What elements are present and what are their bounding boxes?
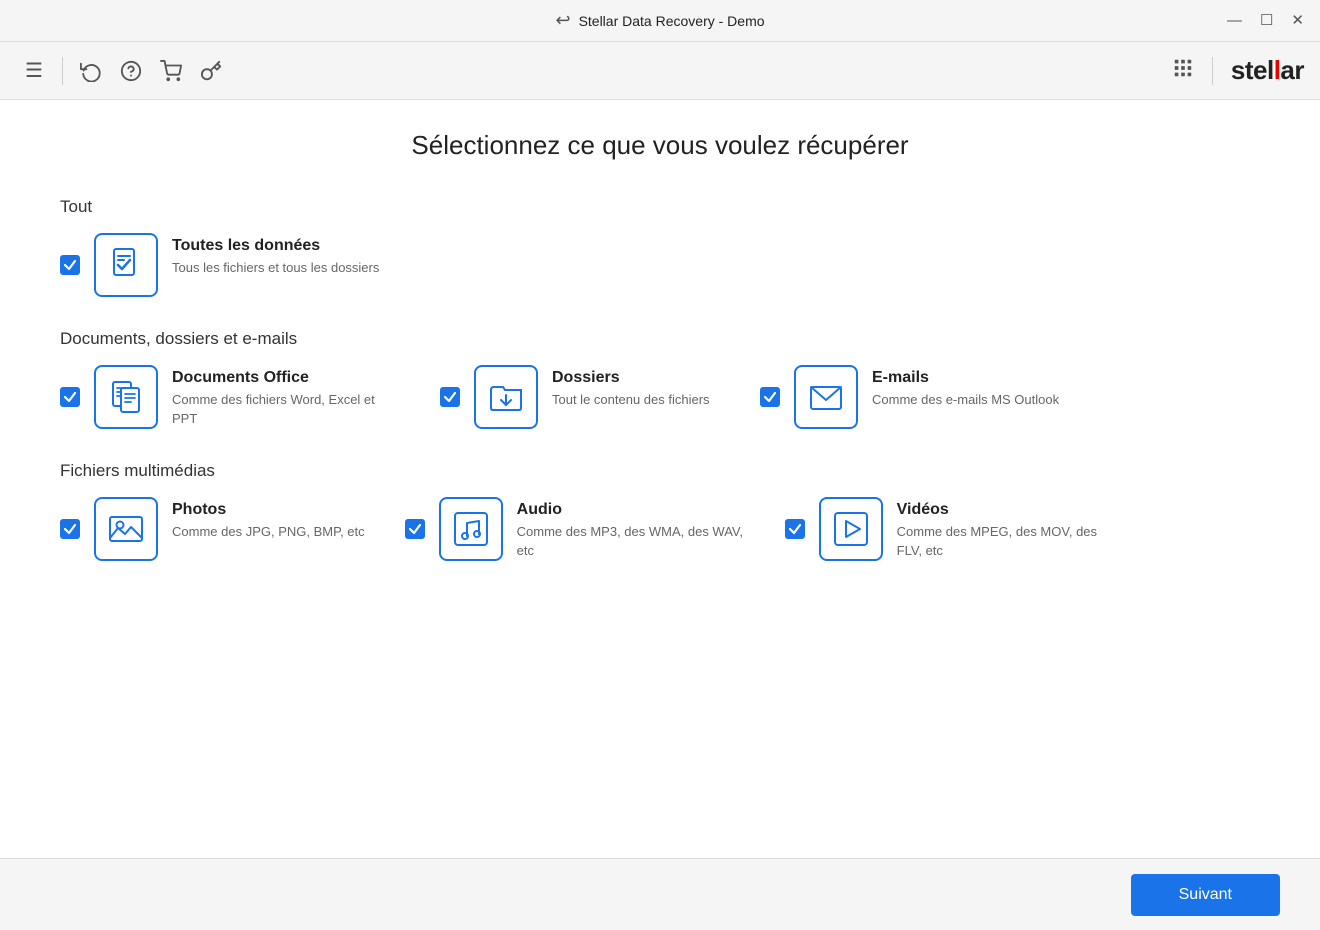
item-emails: E-mails Comme des e-mails MS Outlook bbox=[760, 365, 1059, 429]
title-bar-title: ↩ Stellar Data Recovery - Demo bbox=[555, 10, 764, 31]
icon-box-videos bbox=[819, 497, 883, 561]
app-title: Stellar Data Recovery - Demo bbox=[579, 13, 765, 29]
maximize-button[interactable]: ☐ bbox=[1260, 13, 1273, 28]
name-folders: Dossiers bbox=[552, 369, 720, 387]
section-multimedia-title: Fichiers multimédias bbox=[60, 461, 1260, 481]
item-audio: Audio Comme des MP3, des WMA, des WAV, e… bbox=[405, 497, 745, 561]
title-bar: ↩ Stellar Data Recovery - Demo — ☐ ✕ bbox=[0, 0, 1320, 42]
checkbox-folders[interactable] bbox=[440, 387, 460, 407]
icon-box-emails bbox=[794, 365, 858, 429]
toolbar-right: stellar bbox=[1172, 55, 1304, 86]
section-multimedia: Fichiers multimédias Photos bbox=[60, 461, 1260, 561]
info-emails: E-mails Comme des e-mails MS Outlook bbox=[872, 365, 1059, 410]
section-tout-title: Tout bbox=[60, 197, 1260, 217]
desc-audio: Comme des MP3, des WMA, des WAV, etc bbox=[517, 523, 745, 561]
desc-photos: Comme des JPG, PNG, BMP, etc bbox=[172, 523, 365, 542]
info-all-data: Toutes les données Tous les fichiers et … bbox=[172, 233, 379, 278]
main-content: Sélectionnez ce que vous voulez récupére… bbox=[0, 100, 1320, 858]
desc-all-data: Tous les fichiers et tous les dossiers bbox=[172, 259, 379, 278]
back-arrow-icon: ↩ bbox=[555, 10, 570, 31]
info-office-docs: Documents Office Comme des fichiers Word… bbox=[172, 365, 400, 429]
documents-items-row: Documents Office Comme des fichiers Word… bbox=[60, 365, 1260, 429]
item-all-data: Toutes les données Tous les fichiers et … bbox=[60, 233, 379, 297]
multimedia-items-row: Photos Comme des JPG, PNG, BMP, etc bbox=[60, 497, 1260, 561]
item-folders: Dossiers Tout le contenu des fichiers bbox=[440, 365, 720, 429]
footer: Suivant bbox=[0, 858, 1320, 930]
tout-items-row: Toutes les données Tous les fichiers et … bbox=[60, 233, 1260, 297]
next-button[interactable]: Suivant bbox=[1131, 874, 1280, 916]
item-office-docs: Documents Office Comme des fichiers Word… bbox=[60, 365, 400, 429]
info-videos: Vidéos Comme des MPEG, des MOV, des FLV,… bbox=[897, 497, 1125, 561]
section-documents-title: Documents, dossiers et e-mails bbox=[60, 329, 1260, 349]
icon-box-all-data bbox=[94, 233, 158, 297]
info-folders: Dossiers Tout le contenu des fichiers bbox=[552, 365, 720, 410]
info-photos: Photos Comme des JPG, PNG, BMP, etc bbox=[172, 497, 365, 542]
minimize-button[interactable]: — bbox=[1227, 13, 1242, 28]
toolbar-divider-2 bbox=[1212, 57, 1213, 85]
cart-icon[interactable] bbox=[153, 53, 189, 89]
desc-emails: Comme des e-mails MS Outlook bbox=[872, 391, 1059, 410]
checkbox-emails[interactable] bbox=[760, 387, 780, 407]
toolbar-divider-1 bbox=[62, 57, 63, 85]
toolbar: ☰ bbox=[0, 42, 1320, 100]
apps-grid-icon[interactable] bbox=[1172, 57, 1194, 85]
name-all-data: Toutes les données bbox=[172, 237, 379, 255]
info-audio: Audio Comme des MP3, des WMA, des WAV, e… bbox=[517, 497, 745, 561]
checkbox-audio[interactable] bbox=[405, 519, 425, 539]
name-videos: Vidéos bbox=[897, 501, 1125, 519]
title-bar-controls: — ☐ ✕ bbox=[1227, 13, 1304, 28]
desc-videos: Comme des MPEG, des MOV, des FLV, etc bbox=[897, 523, 1125, 561]
desc-folders: Tout le contenu des fichiers bbox=[552, 391, 720, 410]
menu-icon[interactable]: ☰ bbox=[16, 53, 52, 89]
icon-box-folders bbox=[474, 365, 538, 429]
close-button[interactable]: ✕ bbox=[1291, 13, 1304, 28]
desc-office-docs: Comme des fichiers Word, Excel et PPT bbox=[172, 391, 400, 429]
help-icon[interactable] bbox=[113, 53, 149, 89]
name-audio: Audio bbox=[517, 501, 745, 519]
name-emails: E-mails bbox=[872, 369, 1059, 387]
item-videos: Vidéos Comme des MPEG, des MOV, des FLV,… bbox=[785, 497, 1125, 561]
key-icon[interactable] bbox=[193, 53, 229, 89]
name-photos: Photos bbox=[172, 501, 365, 519]
icon-box-office-docs bbox=[94, 365, 158, 429]
item-photos: Photos Comme des JPG, PNG, BMP, etc bbox=[60, 497, 365, 561]
icon-box-audio bbox=[439, 497, 503, 561]
restore-icon[interactable] bbox=[73, 53, 109, 89]
checkbox-office-docs[interactable] bbox=[60, 387, 80, 407]
name-office-docs: Documents Office bbox=[172, 369, 400, 387]
checkbox-videos[interactable] bbox=[785, 519, 805, 539]
page-heading: Sélectionnez ce que vous voulez récupére… bbox=[60, 130, 1260, 161]
section-documents: Documents, dossiers et e-mails bbox=[60, 329, 1260, 429]
brand-logo: stellar bbox=[1231, 55, 1304, 86]
icon-box-photos bbox=[94, 497, 158, 561]
checkbox-photos[interactable] bbox=[60, 519, 80, 539]
checkbox-all-data[interactable] bbox=[60, 255, 80, 275]
section-tout: Tout bbox=[60, 197, 1260, 297]
